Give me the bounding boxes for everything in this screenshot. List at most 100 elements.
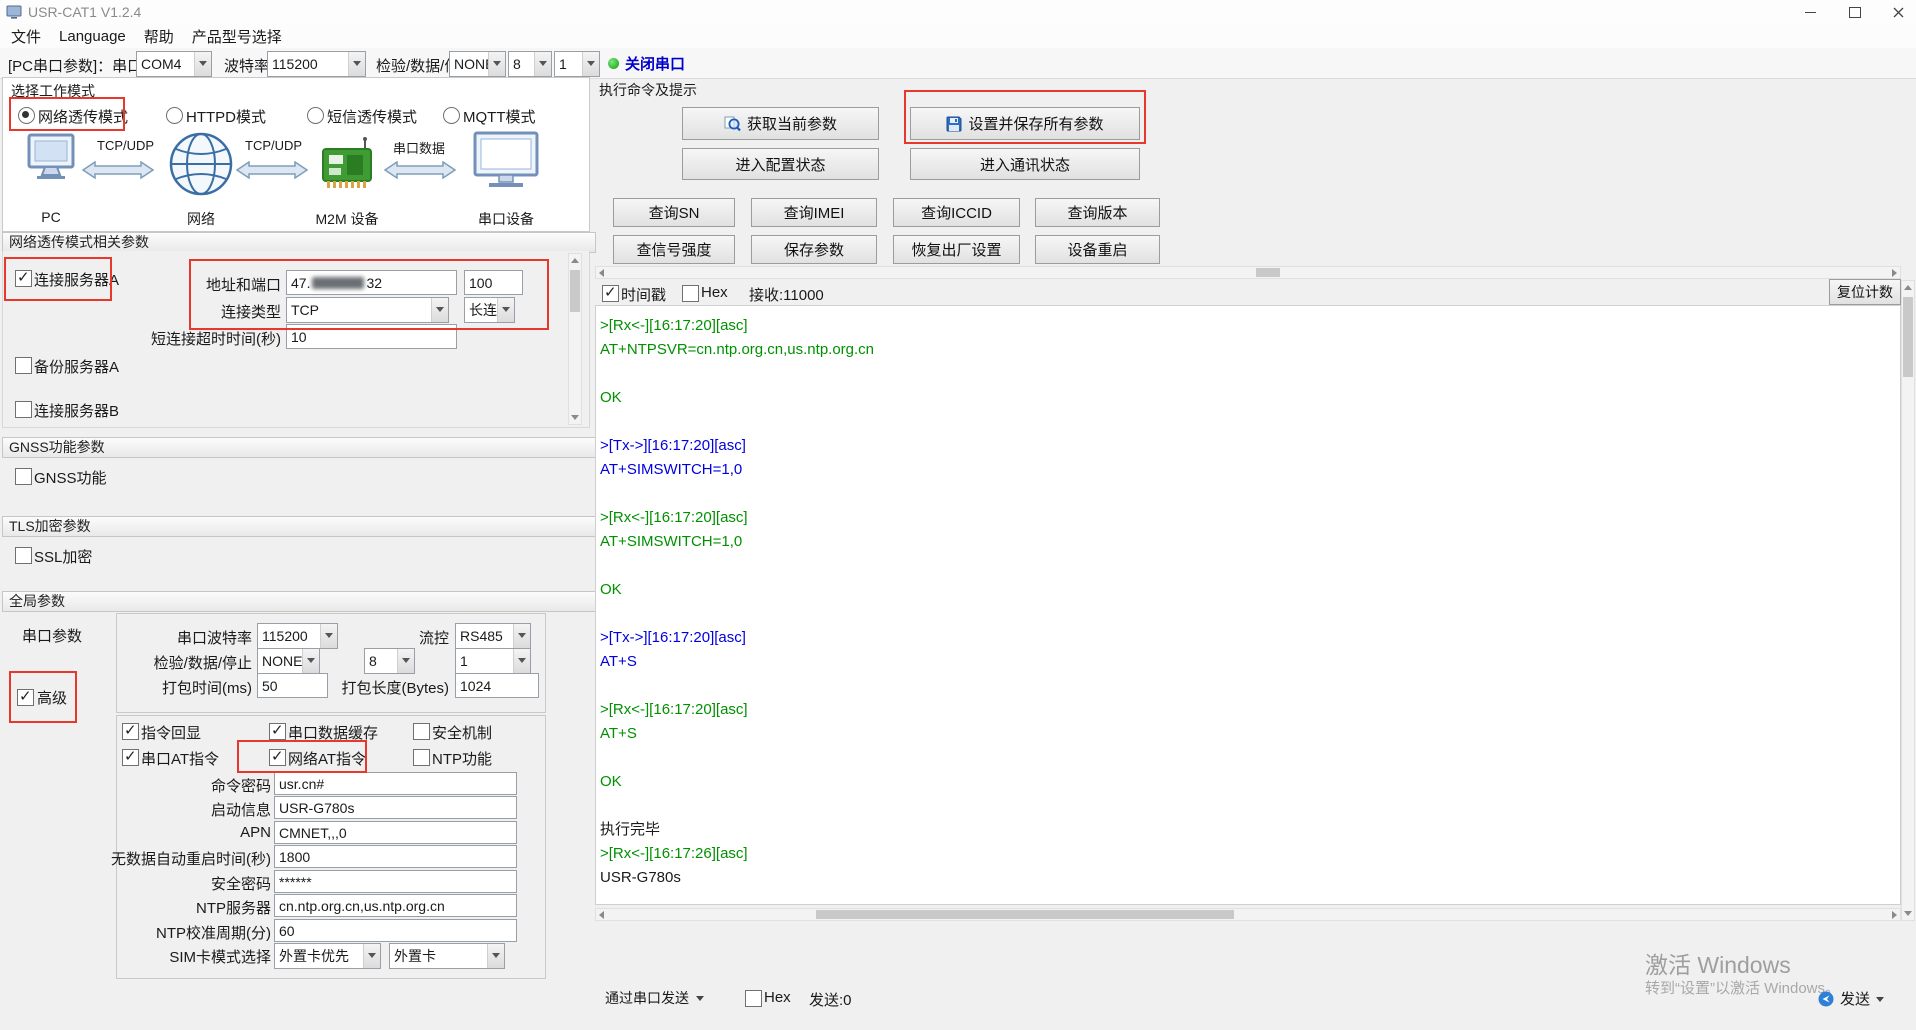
log-line bbox=[600, 410, 1900, 434]
combo-value: 8 bbox=[365, 653, 397, 669]
scrollbar-thumb[interactable] bbox=[816, 910, 1234, 919]
query-version-button[interactable]: 查询版本 bbox=[1035, 198, 1160, 227]
com-port-select[interactable]: COM4 bbox=[136, 51, 212, 77]
set-save-all-params-button[interactable]: 设置并保存所有参数 bbox=[910, 107, 1140, 140]
log-line: >[Rx<-][16:17:20][asc] bbox=[600, 506, 1900, 530]
log-top-scrollbar[interactable] bbox=[595, 266, 1901, 279]
minimize-button[interactable] bbox=[1793, 0, 1827, 24]
send-button[interactable]: 发送 bbox=[1818, 988, 1884, 1009]
enter-config-state-button[interactable]: 进入配置状态 bbox=[682, 148, 879, 180]
link-arrow-icon bbox=[384, 161, 456, 179]
cmd-password-input[interactable]: usr.cn# bbox=[274, 772, 517, 795]
menu-item-help[interactable]: 帮助 bbox=[135, 26, 183, 47]
scroll-right-icon[interactable] bbox=[1892, 269, 1897, 277]
scroll-up-icon[interactable] bbox=[571, 258, 579, 263]
apn-input[interactable]: CMNET,,,0 bbox=[274, 821, 517, 844]
advanced-label: 高级 bbox=[37, 687, 67, 708]
scroll-right-icon[interactable] bbox=[1892, 911, 1897, 919]
scrollbar-thumb[interactable] bbox=[1903, 297, 1913, 377]
factory-reset-button[interactable]: 恢复出厂设置 bbox=[893, 235, 1020, 264]
section-header-gnss[interactable]: GNSS功能参数 bbox=[2, 437, 596, 458]
server-a-port-input[interactable]: 100 bbox=[464, 270, 523, 295]
conn-type-select[interactable]: TCP bbox=[286, 297, 449, 323]
checkbox-security[interactable] bbox=[413, 723, 430, 740]
databits-select[interactable]: 8 bbox=[508, 51, 552, 77]
global-stopbits-select[interactable]: 1 bbox=[455, 648, 531, 674]
baud-rate-select[interactable]: 115200 bbox=[267, 51, 366, 77]
security-password-input[interactable]: ****** bbox=[274, 870, 517, 893]
boot-message-input[interactable]: USR-G780s bbox=[274, 796, 517, 819]
checkbox-serial-at[interactable] bbox=[122, 749, 139, 766]
checkbox-send-hex[interactable] bbox=[745, 990, 762, 1007]
checkbox-backup-server-a[interactable] bbox=[15, 357, 32, 374]
scroll-left-icon[interactable] bbox=[599, 269, 604, 277]
get-current-params-button[interactable]: 获取当前参数 bbox=[682, 107, 879, 140]
query-iccid-button[interactable]: 查询ICCID bbox=[893, 198, 1020, 227]
reset-counter-button[interactable]: 复位计数 bbox=[1829, 279, 1901, 305]
ntp-server-input[interactable]: cn.ntp.org.cn,us.ntp.org.cn bbox=[274, 894, 517, 917]
scroll-left-icon[interactable] bbox=[599, 911, 604, 919]
scroll-up-icon[interactable] bbox=[1904, 285, 1912, 290]
radio-httpd-mode[interactable] bbox=[166, 107, 183, 124]
checkbox-recv-hex[interactable] bbox=[682, 285, 699, 302]
scrollbar-thumb[interactable] bbox=[570, 270, 580, 312]
checkbox-ssl[interactable] bbox=[15, 547, 32, 564]
link-arrow-icon bbox=[236, 161, 308, 179]
enter-comm-state-button[interactable]: 进入通讯状态 bbox=[910, 148, 1140, 180]
query-signal-button[interactable]: 查信号强度 bbox=[613, 235, 735, 264]
parity-select[interactable]: NONE bbox=[449, 51, 506, 77]
ntp-period-input[interactable]: 60 bbox=[274, 919, 517, 942]
checkbox-timestamp[interactable] bbox=[602, 285, 619, 302]
log-output[interactable]: >[Rx<-][16:17:20][asc] AT+NTPSVR=cn.ntp.… bbox=[595, 305, 1901, 905]
checkbox-gnss[interactable] bbox=[15, 468, 32, 485]
checkbox-serial-cache[interactable] bbox=[269, 723, 286, 740]
query-imei-button[interactable]: 查询IMEI bbox=[751, 198, 877, 227]
sim-mode-select[interactable]: 外置卡优先 bbox=[274, 943, 381, 969]
server-a-address-input[interactable]: 47. 32 bbox=[286, 270, 457, 295]
radio-net-transparent-mode[interactable] bbox=[18, 107, 35, 124]
section-header-global[interactable]: 全局参数 bbox=[2, 591, 596, 612]
log-bottom-scrollbar[interactable] bbox=[595, 908, 1901, 921]
checkbox-connect-server-b[interactable] bbox=[15, 401, 32, 418]
save-params-button[interactable]: 保存参数 bbox=[751, 235, 877, 264]
menu-item-file[interactable]: 文件 bbox=[2, 26, 50, 47]
sim-card-select[interactable]: 外置卡 bbox=[389, 943, 505, 969]
close-button[interactable] bbox=[1881, 0, 1915, 24]
pack-time-input[interactable]: 50 bbox=[257, 673, 328, 698]
scroll-down-icon[interactable] bbox=[1904, 911, 1912, 916]
net-params-scrollbar[interactable] bbox=[568, 253, 582, 425]
keep-alive-select[interactable]: 长连接 bbox=[464, 297, 515, 323]
global-parity-select[interactable]: NONE bbox=[257, 648, 320, 674]
maximize-button[interactable] bbox=[1838, 0, 1872, 24]
menu-item-product-model[interactable]: 产品型号选择 bbox=[183, 26, 291, 47]
global-baud-select[interactable]: 115200 bbox=[257, 623, 338, 649]
log-vertical-scrollbar[interactable] bbox=[1901, 280, 1915, 921]
short-timeout-input[interactable]: 10 bbox=[286, 324, 457, 349]
checkbox-cmd-echo[interactable] bbox=[122, 723, 139, 740]
device-reboot-button[interactable]: 设备重启 bbox=[1035, 235, 1160, 264]
flow-control-select[interactable]: RS485 bbox=[455, 623, 531, 649]
no-data-restart-input[interactable]: 1800 bbox=[274, 845, 517, 868]
serial-cache-label: 串口数据缓存 bbox=[288, 722, 378, 743]
checkbox-ntp[interactable] bbox=[413, 749, 430, 766]
pack-length-input[interactable]: 1024 bbox=[455, 673, 539, 698]
query-sn-button[interactable]: 查询SN bbox=[613, 198, 735, 227]
scrollbar-thumb[interactable] bbox=[1256, 268, 1280, 277]
checkbox-advanced[interactable] bbox=[17, 689, 34, 706]
radio-sms-mode[interactable] bbox=[307, 107, 324, 124]
close-serial-port-button[interactable]: 关闭串口 bbox=[608, 53, 685, 74]
stopbits-select[interactable]: 1 bbox=[554, 51, 600, 77]
scroll-down-icon[interactable] bbox=[571, 415, 579, 420]
log-line: >[Tx->][16:17:20][asc] bbox=[600, 626, 1900, 650]
radio-mqtt-mode[interactable] bbox=[443, 107, 460, 124]
radio-label-mqtt: MQTT模式 bbox=[463, 106, 536, 127]
combo-value: 115200 bbox=[258, 628, 320, 644]
send-via-serial-dropdown[interactable]: 通过串口发送 bbox=[605, 988, 704, 1008]
checkbox-net-at[interactable] bbox=[269, 749, 286, 766]
section-header-tls[interactable]: TLS加密参数 bbox=[2, 516, 596, 537]
section-header-net-params[interactable]: 网络透传模式相关参数 bbox=[2, 232, 596, 253]
menu-item-language[interactable]: Language bbox=[50, 28, 135, 45]
global-databits-select[interactable]: 8 bbox=[364, 648, 415, 674]
recv-count: 接收:11000 bbox=[749, 284, 824, 305]
checkbox-connect-server-a[interactable] bbox=[15, 270, 32, 287]
